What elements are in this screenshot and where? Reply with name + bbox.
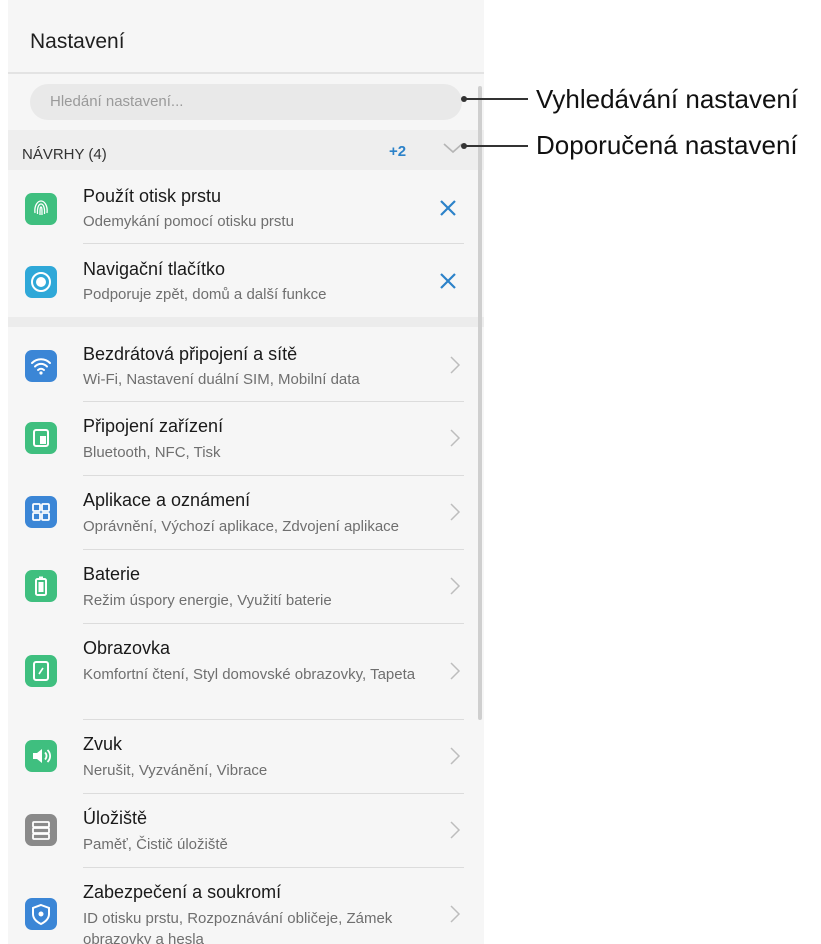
close-icon[interactable] [438,271,458,291]
page-title: Nastavení [30,30,125,53]
fingerprint-icon [25,193,57,225]
close-icon[interactable] [438,198,458,218]
wifi-icon [25,350,57,382]
suggestion-subtitle: Odemykání pomocí otisku prstu [83,213,294,230]
callout-suggested-label: Doporučená nastavení [536,130,798,160]
section-divider [8,317,484,327]
settings-item-security[interactable]: Zabezpečení a soukromí ID otisku prstu, … [8,868,484,944]
settings-item-display[interactable]: Obrazovka Komfortní čtení, Styl domovské… [8,624,484,720]
settings-item-subtitle: Wi-Fi, Nastavení duální SIM, Mobilní dat… [83,371,360,388]
suggestion-item-navigation[interactable]: Navigační tlačítko Podporuje zpět, domů … [8,244,484,317]
settings-item-title: Baterie [83,564,141,584]
chevron-down-icon[interactable] [442,140,464,156]
settings-item-title: Zabezpečení a soukromí [83,882,282,902]
chevron-right-icon [450,429,461,447]
callout-search-label: Vyhledávání nastavení [536,84,799,114]
suggestion-title: Použít otisk prstu [83,186,222,206]
device-connection-icon [25,422,57,454]
security-shield-icon [25,898,57,930]
settings-item-title: Aplikace a oznámení [83,490,251,510]
scrollbar[interactable] [478,86,482,720]
settings-item-sound[interactable]: Zvuk Nerušit, Vyzvánění, Vibrace [8,720,484,794]
chevron-right-icon [450,821,461,839]
suggestion-title: Navigační tlačítko [83,259,226,279]
chevron-right-icon [450,503,461,521]
settings-item-title: Zvuk [83,734,123,754]
suggestions-more-count[interactable]: +2 [389,143,406,160]
chevron-right-icon [450,905,461,923]
callout-line [464,145,528,147]
settings-item-title: Úložiště [83,808,148,828]
settings-item-storage[interactable]: Úložiště Paměť, Čistič úložiště [8,794,484,868]
apps-icon [25,496,57,528]
settings-item-subtitle: Režim úspory energie, Využití baterie [83,592,332,609]
settings-item-subtitle: ID otisku prstu, Rozpoznávání obličeje, … [83,910,393,944]
settings-screen: Nastavení Hledání nastavení... NÁVRHY (4… [8,0,484,944]
settings-item-subtitle: Oprávnění, Výchozí aplikace, Zdvojení ap… [83,518,400,535]
header-divider [8,72,484,74]
settings-item-device-connection[interactable]: Připojení zařízení Bluetooth, NFC, Tisk [8,402,484,476]
suggestions-title: NÁVRHY (4) [22,146,107,163]
settings-item-subtitle: Bluetooth, NFC, Tisk [83,444,221,461]
callout-line [464,98,528,100]
settings-item-title: Připojení zařízení [83,416,224,436]
settings-item-subtitle: Nerušit, Vyzvánění, Vibrace [83,762,268,779]
chevron-right-icon [450,356,461,374]
chevron-right-icon [450,577,461,595]
sound-icon [25,740,57,772]
storage-icon [25,814,57,846]
nav-dock-icon [25,266,57,298]
settings-item-battery[interactable]: Baterie Režim úspory energie, Využití ba… [8,550,484,624]
settings-item-title: Bezdrátová připojení a sítě [83,344,298,364]
chevron-right-icon [450,747,461,765]
settings-item-apps[interactable]: Aplikace a oznámení Oprávnění, Výchozí a… [8,476,484,550]
display-icon [25,655,57,687]
settings-item-wireless[interactable]: Bezdrátová připojení a sítě Wi-Fi, Nasta… [8,328,484,402]
suggestion-item-fingerprint[interactable]: Použít otisk prstu Odemykání pomocí otis… [8,171,484,244]
settings-item-title: Obrazovka [83,638,171,658]
settings-item-subtitle: Paměť, Čistič úložiště [83,836,228,853]
suggestion-subtitle: Podporuje zpět, domů a další funkce [83,286,327,303]
settings-item-subtitle: Komfortní čtení, Styl domovské obrazovky… [83,666,416,683]
chevron-right-icon [450,662,461,680]
search-input[interactable]: Hledání nastavení... [30,84,462,120]
battery-icon [25,570,57,602]
